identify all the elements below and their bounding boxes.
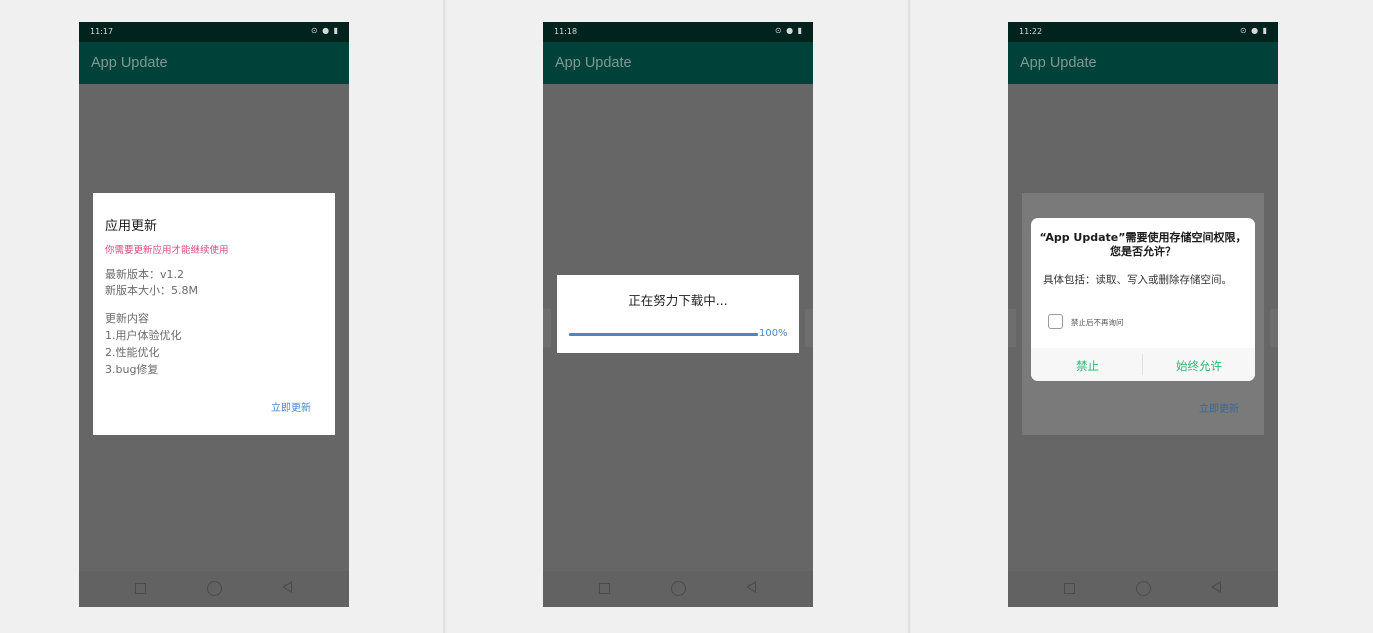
version-text: 最新版本：v1.2 [105,268,185,281]
square-nav-icon[interactable] [135,583,146,594]
progress-percent: 100% [759,328,788,339]
deny-button[interactable]: 禁止 [1076,358,1099,374]
square-nav-icon[interactable] [1064,583,1075,594]
permission-title-line-2: 您是否允许？ [1110,245,1176,258]
background-dialog-edge-left [1008,309,1016,347]
app-toolbar: App Update [79,42,349,84]
update-dialog: 应用更新 你需要更新应用才能继续使用 最新版本：v1.2 新版本大小：5.8M … [93,193,335,435]
phone-screen-1: 11:17 ⊙ ● ▮ App Update 应用更新 你需要更新应用才能继续使… [79,22,349,607]
permission-description: 具体包括：读取、写入或删除存储空间。 [1043,274,1232,286]
nav-bar [543,571,813,607]
back-nav-icon[interactable] [282,581,292,593]
phone-screen-3: 11:22 ⊙ ● ▮ App Update 立即更新 “App Update”… [1008,22,1278,607]
content-header: 更新内容 [105,312,149,325]
dont-ask-again-checkbox[interactable] [1048,314,1063,329]
nav-bar [1008,571,1278,607]
divider [443,0,445,633]
phone-screen-2: 11:18 ⊙ ● ▮ App Update 正在努力下载中... 100% [543,22,813,607]
app-title: App Update [91,55,168,71]
background-dialog-edge-right [805,309,813,347]
status-time: 11:18 [554,27,578,36]
status-time: 11:17 [90,27,114,36]
permission-title: “App Update”需要使用存储空间权限， 您是否允许？ [1031,231,1255,259]
background-update-button: 立即更新 [1199,404,1239,415]
status-bar: 11:18 ⊙ ● ▮ [543,22,813,42]
back-nav-icon[interactable] [746,581,756,593]
download-title: 正在努力下载中... [628,293,728,308]
app-title: App Update [555,55,632,71]
circle-nav-icon[interactable] [1136,581,1151,596]
panel-3: 11:22 ⊙ ● ▮ App Update 立即更新 “App Update”… [911,0,1373,633]
dialog-title: 应用更新 [105,219,158,234]
size-text: 新版本大小：5.8M [105,284,198,297]
permission-title-line-1: “App Update”需要使用存储空间权限， [1039,231,1247,244]
circle-nav-icon[interactable] [207,581,222,596]
status-icons: ⊙ ● ▮ [774,26,803,35]
update-now-button[interactable]: 立即更新 [271,399,311,414]
circle-nav-icon[interactable] [671,581,686,596]
content-item-3: 3.bug修复 [105,363,159,376]
download-progress-dialog: 正在努力下载中... 100% [557,275,799,353]
status-icons: ⊙ ● ▮ [1239,26,1268,35]
panel-1: 11:17 ⊙ ● ▮ App Update 应用更新 你需要更新应用才能继续使… [0,0,443,633]
background-dialog-edge-right [1270,309,1278,347]
status-time: 11:22 [1019,27,1043,36]
app-toolbar: App Update [1008,42,1278,84]
permission-dialog: “App Update”需要使用存储空间权限， 您是否允许？ 具体包括：读取、写… [1031,218,1255,381]
back-nav-icon[interactable] [1211,581,1221,593]
progress-bar [569,333,758,336]
always-allow-button[interactable]: 始终允许 [1176,358,1222,374]
dialog-subtitle: 你需要更新应用才能继续使用 [105,245,229,256]
app-title: App Update [1020,55,1097,71]
status-bar: 11:22 ⊙ ● ▮ [1008,22,1278,42]
nav-bar [79,571,349,607]
status-icons: ⊙ ● ▮ [310,26,339,35]
divider [908,0,910,633]
content-item-1: 1.用户体验优化 [105,329,182,342]
status-bar: 11:17 ⊙ ● ▮ [79,22,349,42]
content-item-2: 2.性能优化 [105,346,160,359]
square-nav-icon[interactable] [599,583,610,594]
panel-2: 11:18 ⊙ ● ▮ App Update 正在努力下载中... 100% [447,0,908,633]
button-separator [1142,354,1143,375]
app-toolbar: App Update [543,42,813,84]
background-dialog-edge-left [543,309,551,347]
dont-ask-again-label: 禁止后不再询问 [1071,318,1124,327]
permission-button-row: 禁止 始终允许 [1031,348,1255,381]
